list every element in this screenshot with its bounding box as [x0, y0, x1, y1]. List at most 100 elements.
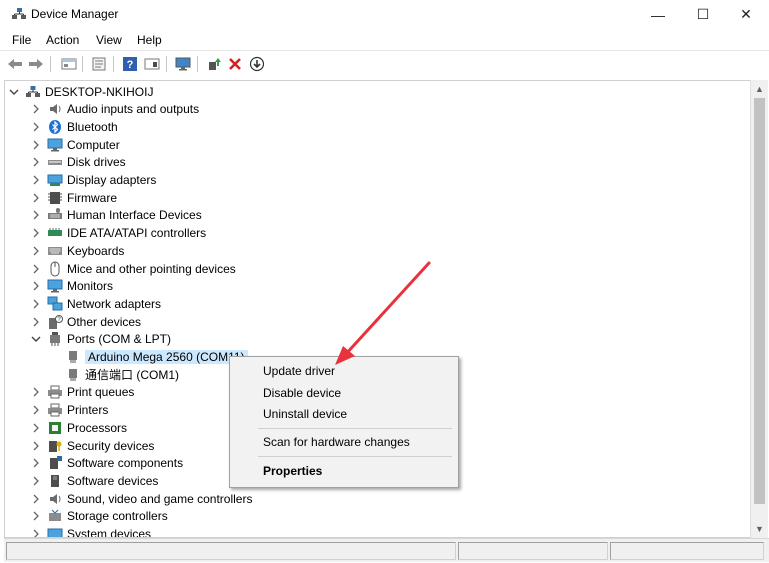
tree-device-item[interactable]: Arduino Mega 2560 (COM11) — [65, 349, 248, 366]
action-pane-icon[interactable] — [143, 55, 161, 73]
firmware-icon — [47, 190, 63, 206]
scroll-thumb[interactable] — [754, 98, 765, 504]
chevron-right-icon[interactable] — [31, 281, 41, 291]
toolbar-separator — [113, 56, 114, 72]
chevron-right-icon[interactable] — [31, 387, 41, 397]
tree-category-item[interactable]: Storage controllers — [31, 508, 168, 525]
tree-category-item[interactable]: Processors — [31, 419, 127, 436]
software-devices-icon — [47, 473, 63, 489]
tree-category-item[interactable]: Software components — [31, 455, 183, 472]
network-icon — [47, 296, 63, 312]
chevron-down-icon[interactable] — [31, 334, 41, 344]
menu-help[interactable]: Help — [137, 33, 162, 47]
tree-category-item[interactable]: Printers — [31, 402, 108, 419]
tree-category-item[interactable]: Human Interface Devices — [31, 207, 202, 224]
tree-category-item[interactable]: Keyboards — [31, 242, 124, 259]
chevron-right-icon[interactable] — [31, 511, 41, 521]
forward-icon[interactable] — [27, 55, 45, 73]
chevron-right-icon[interactable] — [31, 193, 41, 203]
tree-root[interactable]: DESKTOP-NKIHOIJ — [9, 83, 153, 100]
chevron-right-icon[interactable] — [31, 423, 41, 433]
tree-category-item[interactable]: Ports (COM & LPT) — [31, 331, 171, 348]
context-menu: Update driver Disable device Uninstall d… — [229, 356, 459, 488]
tree-category-item[interactable]: Security devices — [31, 437, 154, 454]
menu-view[interactable]: View — [96, 33, 122, 47]
tree-category-item[interactable]: Print queues — [31, 384, 134, 401]
tree-item-label: Human Interface Devices — [67, 208, 202, 223]
vertical-scrollbar[interactable]: ▲ ▼ — [750, 80, 768, 538]
port-icon — [47, 331, 63, 347]
download-driver-icon[interactable] — [248, 55, 266, 73]
chevron-right-icon[interactable] — [31, 441, 41, 451]
tree-category-item[interactable]: Network adapters — [31, 295, 161, 312]
chevron-right-icon[interactable] — [31, 264, 41, 274]
status-cell — [6, 542, 456, 560]
software-components-icon — [47, 455, 63, 471]
printer-icon — [47, 402, 63, 418]
properties-menu-item[interactable]: Properties — [263, 464, 322, 478]
tree-category-item[interactable]: Software devices — [31, 472, 158, 489]
tree-category-item[interactable]: Firmware — [31, 189, 117, 206]
printer-icon — [47, 384, 63, 400]
chevron-right-icon[interactable] — [31, 494, 41, 504]
disable-device-menu-item[interactable]: Disable device — [263, 386, 341, 400]
tree-category-item[interactable]: Display adapters — [31, 172, 156, 189]
help-icon[interactable]: ? — [121, 55, 139, 73]
tree-category-item[interactable]: Bluetooth — [31, 118, 118, 135]
speaker-icon — [47, 101, 63, 117]
chevron-right-icon[interactable] — [31, 529, 41, 537]
tree-category-item[interactable]: Audio inputs and outputs — [31, 101, 199, 118]
uninstall-device-menu-item[interactable]: Uninstall device — [263, 407, 347, 421]
tree-category-item[interactable]: System devices — [31, 526, 151, 537]
chevron-right-icon[interactable] — [31, 458, 41, 468]
maximize-button[interactable]: ☐ — [680, 0, 726, 29]
processor-icon — [47, 420, 63, 436]
other-devices-icon: ? — [47, 314, 63, 330]
uninstall-icon[interactable] — [226, 55, 244, 73]
show-hide-tree-icon[interactable] — [60, 55, 78, 73]
menu-bar: File Action View Help — [0, 30, 769, 50]
port-device-icon — [65, 367, 81, 383]
scan-hardware-menu-item[interactable]: Scan for hardware changes — [263, 435, 410, 449]
tree-category-item[interactable]: IDE ATA/ATAPI controllers — [31, 225, 206, 242]
tree-item-label: Other devices — [67, 314, 142, 329]
properties-icon[interactable] — [90, 55, 108, 73]
chevron-right-icon[interactable] — [31, 246, 41, 256]
chevron-right-icon[interactable] — [31, 157, 41, 167]
chevron-right-icon[interactable] — [31, 104, 41, 114]
menu-action[interactable]: Action — [46, 33, 79, 47]
chevron-right-icon[interactable] — [31, 175, 41, 185]
monitor-scan-icon[interactable] — [174, 55, 192, 73]
tree-item-label: Processors — [67, 420, 128, 435]
chevron-right-icon[interactable] — [31, 228, 41, 238]
menu-file[interactable]: File — [12, 33, 31, 47]
tree-category-item[interactable]: Computer — [31, 136, 120, 153]
chevron-right-icon[interactable] — [31, 299, 41, 309]
scroll-up-icon[interactable]: ▲ — [751, 80, 768, 97]
update-driver-icon[interactable] — [205, 55, 223, 73]
chevron-down-icon[interactable] — [9, 87, 19, 97]
chevron-right-icon[interactable] — [31, 405, 41, 415]
tree-item-label: Keyboards — [67, 243, 125, 258]
chevron-right-icon[interactable] — [31, 317, 41, 327]
hid-icon — [47, 207, 63, 223]
tree-category-item[interactable]: Monitors — [31, 278, 113, 295]
tree-category-item[interactable]: Mice and other pointing devices — [31, 260, 236, 277]
toolbar-separator — [82, 56, 83, 72]
tree-item-label: 通信端口 (COM1) — [85, 368, 179, 383]
chevron-right-icon[interactable] — [31, 140, 41, 150]
tree-item-label: Disk drives — [67, 155, 126, 170]
chevron-right-icon[interactable] — [31, 476, 41, 486]
maximize-icon: ☐ — [696, 6, 710, 22]
tree-device-item[interactable]: 通信端口 (COM1) — [65, 366, 179, 383]
back-icon[interactable] — [6, 55, 24, 73]
minimize-button[interactable]: — — [635, 0, 681, 29]
tree-category-item[interactable]: ? Other devices — [31, 313, 141, 330]
tree-category-item[interactable]: Sound, video and game controllers — [31, 490, 252, 507]
chevron-right-icon[interactable] — [31, 122, 41, 132]
tree-category-item[interactable]: Disk drives — [31, 154, 126, 171]
close-button[interactable]: ✕ — [723, 0, 769, 29]
update-driver-menu-item[interactable]: Update driver — [263, 364, 335, 378]
scroll-down-icon[interactable]: ▼ — [751, 520, 768, 537]
chevron-right-icon[interactable] — [31, 210, 41, 220]
